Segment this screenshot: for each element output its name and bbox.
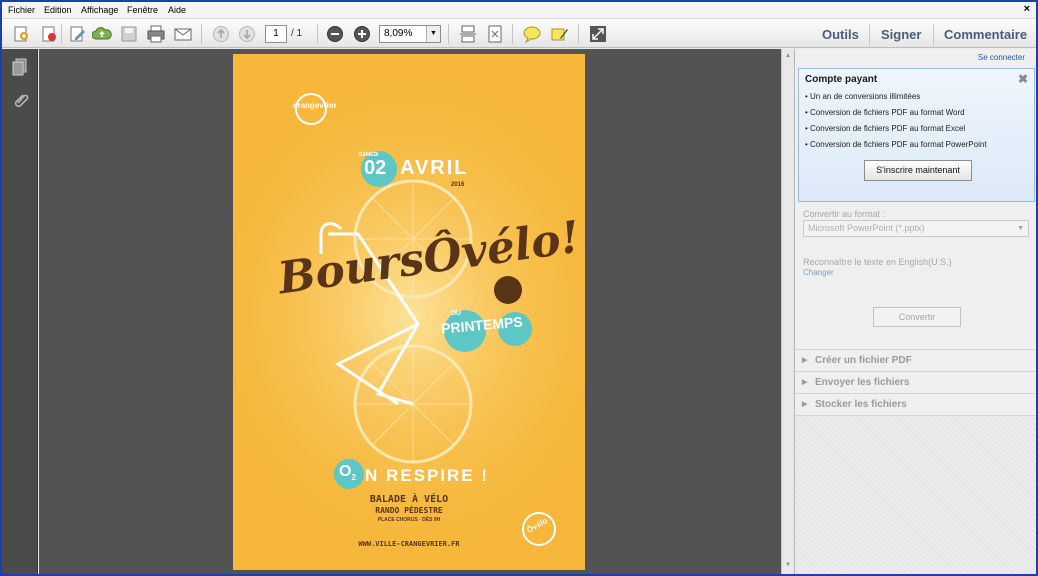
vertical-scrollbar[interactable]: ▲ ▼ [781,49,794,574]
email-icon[interactable] [173,24,193,44]
promo-feature: • Conversion de fichiers PDF au format P… [805,140,987,149]
chevron-down-icon[interactable]: ▼ [426,26,440,42]
promo-feature: • Conversion de fichiers PDF au format W… [805,108,965,117]
fit-page-icon[interactable] [485,24,505,44]
poster-url: WWW.VILLE-CRANGEVRIER.FR [358,540,460,548]
scroll-down-icon[interactable]: ▼ [785,562,791,568]
poster-year: 2016 [451,182,465,188]
convert-format-value: Microsoft PowerPoint (*.pptx) [808,223,925,233]
menu-bar: Fichier Edition Affichage Fenêtre Aide × [2,2,1036,19]
promo-feature: • Un an de conversions illimitées [805,92,921,101]
poster-breath: N RESPIRE ! [365,466,490,485]
triangle-right-icon: ▶ [802,401,808,408]
menu-affichage[interactable]: Affichage [81,5,118,15]
zoom-level-select[interactable]: 8,09% ▼ [379,25,441,43]
tools-panel: Se connecter Compte payant ✖ • Un an de … [794,49,1036,574]
section-label: Envoyer les fichiers [815,377,910,388]
previous-page-icon[interactable] [211,24,231,44]
edit-document-icon[interactable] [67,24,87,44]
recognize-text-label: Reconnaître le texte en English(U.S.) [803,257,952,267]
convert-format-select[interactable]: Microsoft PowerPoint (*.pptx) ▼ [803,220,1029,237]
menu-fenetre[interactable]: Fenêtre [127,5,158,15]
panel-empty-area [795,415,1036,574]
scrolling-mode-icon[interactable] [458,24,478,44]
page-number-input[interactable]: 1 [265,25,287,43]
promo-title: Compte payant [805,74,878,85]
zoom-out-icon[interactable] [325,24,345,44]
full-screen-icon[interactable] [588,24,608,44]
chevron-down-icon[interactable]: ▼ [1017,221,1024,236]
triangle-right-icon: ▶ [802,357,808,364]
promo-features: • Un an de conversions illimitées • Conv… [805,91,987,155]
poster-page: crangevrier SAMEDI 02 AVRIL 2016 BoursÔv… [233,54,585,570]
convert-button[interactable]: Convertir [873,307,961,327]
section-label: Stocker les fichiers [815,399,907,410]
navigation-pane [2,49,38,574]
promo-feature: • Conversion de fichiers PDF au format E… [805,124,966,133]
attachments-icon[interactable] [11,91,29,116]
page-total: / 1 [291,28,303,39]
subscribe-button[interactable]: S'inscrire maintenant [864,160,972,181]
convert-format-label: Convertir au format : [803,209,886,219]
page-thumbnails-icon[interactable] [11,58,29,81]
paid-account-promo: Compte payant ✖ • Un an de conversions i… [798,68,1035,202]
toolbar: 1 / 1 8,09% ▼ Outils Signer Commentaire [2,19,1036,48]
highlight-icon[interactable] [550,24,570,44]
save-icon[interactable] [119,24,139,44]
sign-in-link[interactable]: Se connecter [978,53,1025,62]
upload-cloud-icon[interactable] [92,24,112,44]
scroll-up-icon[interactable]: ▲ [785,53,791,59]
change-language-link[interactable]: Changer [803,268,834,277]
document-view[interactable]: crangevrier SAMEDI 02 AVRIL 2016 BoursÔv… [39,49,781,574]
poster-line1: BALADE À VÉLO [369,494,449,505]
section-store-files[interactable]: ▶ Stocker les fichiers [795,393,1036,415]
zoom-level-value: 8,09% [384,28,413,39]
print-icon[interactable] [146,24,166,44]
poster-line2: RANDO PÉDESTRE [375,506,443,515]
tab-commentaire[interactable]: Commentaire [944,27,1027,42]
poster-subtitle-small: DU [451,310,462,317]
poster-logo: crangevrier [293,101,337,110]
next-page-icon[interactable] [237,24,257,44]
comment-icon[interactable] [522,24,542,44]
menu-fichier[interactable]: Fichier [8,5,35,15]
poster-o2: O2 [339,463,356,483]
tab-signer[interactable]: Signer [881,27,921,42]
section-send-files[interactable]: ▶ Envoyer les fichiers [795,371,1036,393]
triangle-right-icon: ▶ [802,379,808,386]
poster-day: 02 [364,157,387,179]
export-pdf-icon[interactable] [39,24,59,44]
close-window-icon[interactable]: × [1024,3,1030,15]
section-create-pdf[interactable]: ▶ Créer un fichier PDF [795,349,1036,371]
menu-aide[interactable]: Aide [168,5,186,15]
acrobat-window: Fichier Edition Affichage Fenêtre Aide × [0,0,1038,576]
create-pdf-icon[interactable] [11,24,31,44]
poster-month: AVRIL [400,157,469,179]
section-label: Créer un fichier PDF [815,355,912,366]
tab-outils[interactable]: Outils [822,27,859,42]
close-icon[interactable]: ✖ [1018,72,1028,86]
menu-edition[interactable]: Edition [44,5,72,15]
zoom-in-icon[interactable] [352,24,372,44]
